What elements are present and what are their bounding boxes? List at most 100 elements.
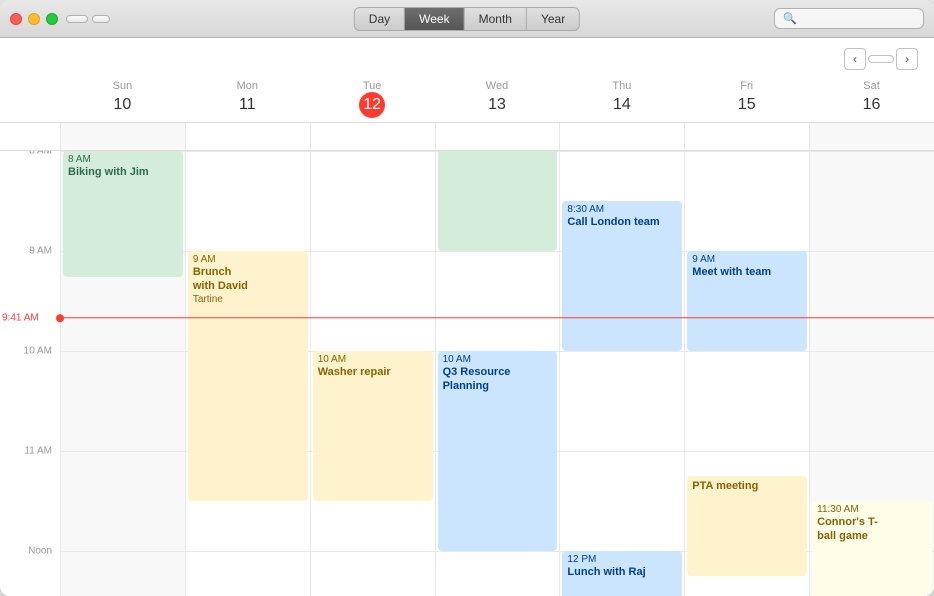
allday-mon — [185, 123, 310, 150]
day-col-0: 8 AMBiking with Jim — [60, 151, 185, 596]
allday-tue — [310, 123, 435, 150]
hour-line — [186, 551, 310, 552]
nav-arrows: ‹ › — [844, 48, 918, 70]
event-title: Washer repair — [318, 365, 428, 379]
tab-day[interactable]: Day — [355, 8, 405, 30]
day-header-fri: Fri 15 — [684, 76, 809, 122]
event-call-london[interactable]: 8:30 AMCall London team — [562, 201, 682, 351]
hour-line — [685, 351, 809, 352]
event-title: Brunch with David — [193, 265, 303, 294]
event-title: PTA meeting — [692, 479, 802, 493]
time-area[interactable]: 8 AM9 AM10 AM11 AMNoon1 PM2 PM3 PM8 AMBi… — [0, 151, 934, 596]
hour-line — [810, 351, 934, 352]
time-label: 9 AM — [29, 246, 52, 257]
day-col-3: 7:30 AMKickboxing 10 AMQ3 Resource Planni… — [435, 151, 560, 596]
event-title: Biking with Jim — [68, 165, 178, 179]
main-content: ‹ › Sun 10 Mon 11 Tue 12 Wed 13 — [0, 38, 934, 596]
event-meet-team[interactable]: 9 AMMeet with team — [687, 251, 807, 351]
hour-line — [436, 551, 560, 552]
hour-line — [61, 351, 185, 352]
allday-label — [0, 123, 60, 150]
event-time: 12 PM — [567, 554, 677, 565]
calendar-header: ‹ › — [0, 38, 934, 76]
tab-week[interactable]: Week — [405, 8, 464, 30]
event-title: Q3 Resource Planning — [443, 365, 553, 394]
day-col-4: 8:30 AMCall London team 12 PMLunch with R… — [559, 151, 684, 596]
day-col-6: 11:30 AMConnor's T- ball game — [809, 151, 934, 596]
minimize-button[interactable] — [28, 13, 40, 25]
view-tabs: Day Week Month Year — [354, 7, 580, 31]
hour-line — [810, 151, 934, 152]
search-icon: 🔍 — [783, 12, 797, 25]
day-header-tue: Tue 12 — [310, 76, 435, 122]
allday-wed — [435, 123, 560, 150]
allday-sun — [60, 123, 185, 150]
hour-line — [685, 451, 809, 452]
allday-sat — [809, 123, 934, 150]
day-headers: Sun 10 Mon 11 Tue 12 Wed 13 Thu 14 Fri 1… — [0, 76, 934, 123]
time-label: 8 AM — [29, 151, 52, 157]
prev-button[interactable]: ‹ — [844, 48, 866, 70]
event-title: Meet with team — [692, 265, 802, 279]
day-col-2: 10 AMWasher repair — [310, 151, 435, 596]
days-columns: 8 AMBiking with Jim9 AMBrunch with David… — [60, 151, 934, 596]
hour-line — [560, 351, 684, 352]
day-header-mon: Mon 11 — [185, 76, 310, 122]
day-header-sat: Sat 16 — [809, 76, 934, 122]
event-time: 8 AM — [68, 154, 178, 165]
event-subtitle: Tartine — [193, 294, 303, 305]
event-time: 9 AM — [692, 254, 802, 265]
day-header-sun: Sun 10 — [60, 76, 185, 122]
tab-month[interactable]: Month — [465, 8, 527, 30]
hour-line — [61, 551, 185, 552]
maximize-button[interactable] — [46, 13, 58, 25]
event-title: Call London team — [567, 215, 677, 229]
day-col-1: 9 AMBrunch with DavidTartine — [185, 151, 310, 596]
now-dot — [56, 314, 64, 322]
search-bar[interactable]: 🔍 — [774, 8, 924, 29]
event-washer[interactable]: 10 AMWasher repair — [313, 351, 433, 501]
event-title: Connor's T- ball game — [817, 515, 927, 544]
titlebar: Day Week Month Year 🔍 — [0, 0, 934, 38]
event-time: 10 AM — [443, 354, 553, 365]
allday-row — [0, 123, 934, 151]
next-button[interactable]: › — [896, 48, 918, 70]
calendars-button[interactable] — [66, 15, 88, 23]
time-labels: 8 AM9 AM10 AM11 AMNoon1 PM2 PM3 PM — [0, 151, 60, 596]
hour-line — [311, 151, 435, 152]
traffic-lights — [10, 13, 58, 25]
add-event-button[interactable] — [92, 15, 110, 23]
hour-line — [311, 251, 435, 252]
event-connors[interactable]: 11:30 AMConnor's T- ball game — [812, 501, 932, 596]
hour-line — [810, 451, 934, 452]
hour-line — [810, 251, 934, 252]
event-pta[interactable]: PTA meeting — [687, 476, 807, 576]
hour-line — [436, 251, 560, 252]
event-time: 10 AM — [318, 354, 428, 365]
allday-thu — [559, 123, 684, 150]
time-label: Noon — [28, 546, 52, 557]
tab-year[interactable]: Year — [527, 8, 579, 30]
event-biking[interactable]: 8 AMBiking with Jim — [63, 151, 183, 277]
event-title: Lunch with Raj — [567, 565, 677, 579]
hour-line — [560, 151, 684, 152]
day-col-5: 9 AMMeet with team PTA meeting — [684, 151, 809, 596]
event-q3resource[interactable]: 10 AMQ3 Resource Planning — [438, 351, 558, 551]
hour-line — [61, 451, 185, 452]
calendar-window: Day Week Month Year 🔍 ‹ › Sun 10 — [0, 0, 934, 596]
today-button[interactable] — [868, 55, 894, 63]
event-kickboxing[interactable]: 7:30 AMKickboxing — [438, 151, 558, 251]
event-lunch-raj[interactable]: 12 PMLunch with Raj — [562, 551, 682, 596]
event-time: 11:30 AM — [817, 504, 927, 515]
time-label: 10 AM — [24, 346, 52, 357]
event-time: 9 AM — [193, 254, 303, 265]
now-time-label: 9:41 AM — [2, 312, 39, 323]
hour-line — [311, 551, 435, 552]
now-line — [60, 317, 934, 319]
hour-line — [685, 151, 809, 152]
event-brunch[interactable]: 9 AMBrunch with DavidTartine — [188, 251, 308, 501]
close-button[interactable] — [10, 13, 22, 25]
hour-line — [560, 451, 684, 452]
allday-fri — [684, 123, 809, 150]
event-time: 8:30 AM — [567, 204, 677, 215]
